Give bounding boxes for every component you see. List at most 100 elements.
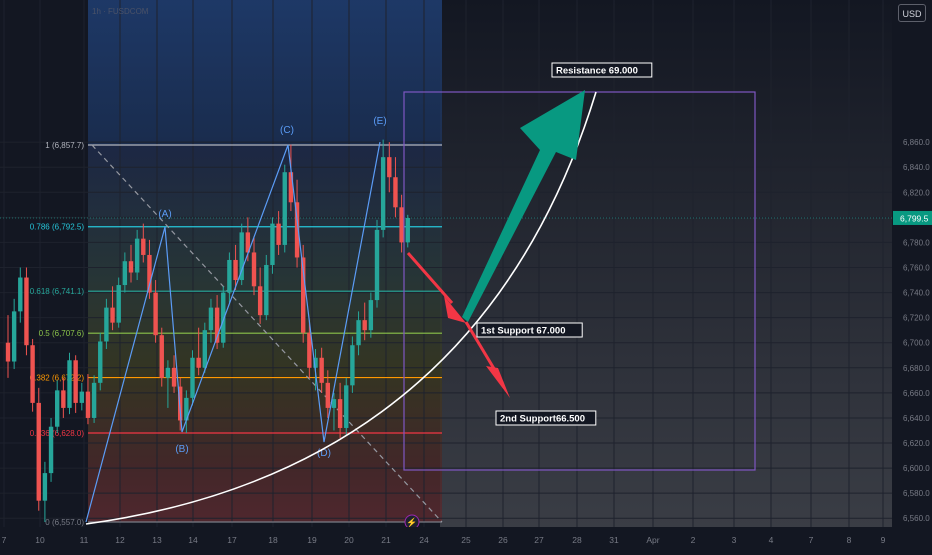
candle-body: [36, 402, 41, 501]
candle-body: [24, 277, 29, 346]
candle-body: [282, 172, 287, 245]
candle-body: [79, 391, 84, 403]
time-tick-label: 3: [732, 535, 737, 545]
candle: [67, 352, 72, 415]
time-tick-label: 28: [572, 535, 582, 545]
time-tick-label: 24: [419, 535, 429, 545]
support-1-label: 1st Support 67.000: [476, 322, 583, 338]
time-tick-label: 14: [188, 535, 198, 545]
lightning-icon-glyph: ⚡: [406, 517, 417, 529]
candle-body: [233, 259, 238, 281]
fib-level-label: 0.5 (6,707.6): [39, 329, 85, 338]
price-chart[interactable]: 1 (6,857.7) 0.786 (6,792.5) 0.618 (6,741.1…: [0, 0, 932, 550]
time-tick-label: 11: [80, 535, 89, 545]
time-tick-label: 17: [227, 535, 237, 545]
candle-body: [190, 357, 195, 398]
lightning-icon[interactable]: ⚡: [404, 514, 420, 530]
candle-body: [227, 259, 232, 293]
time-tick-label: 20: [344, 535, 354, 545]
candle: [116, 277, 121, 328]
wave-label: (E): [373, 116, 386, 127]
candle-body: [202, 330, 207, 368]
time-tick-label: 9: [881, 535, 886, 545]
currency-button[interactable]: USD: [898, 4, 926, 22]
price-tick-label: 6,780.0: [903, 238, 930, 247]
candle-body: [270, 223, 275, 265]
candle-body: [91, 382, 97, 418]
candle-body: [380, 157, 386, 230]
candle-body: [337, 399, 343, 428]
candle-body: [171, 367, 177, 387]
candle-body: [165, 367, 171, 378]
candle-body: [251, 252, 257, 287]
candle-body: [374, 229, 380, 301]
time-tick-label: 25: [461, 535, 471, 545]
wave-label: (D): [317, 448, 331, 459]
candle-body: [42, 473, 48, 501]
candle-body: [73, 360, 78, 403]
candle: [159, 327, 164, 387]
time-tick-label: 12: [115, 535, 125, 545]
time-tick-label: 21: [381, 535, 391, 545]
support-2-label: 2nd Support66.500: [495, 410, 597, 426]
fib-level-label: 1 (6,857.7): [45, 141, 84, 150]
candle-body: [128, 261, 134, 273]
fib-level-label: 0 (6,557.0): [45, 518, 84, 527]
candle: [282, 164, 287, 253]
support-1-label-text: 1st Support 67.000: [481, 326, 565, 337]
price-tick-label: 6,700.0: [903, 339, 930, 348]
candle-body: [208, 307, 214, 331]
time-tick-label: 7: [809, 535, 814, 545]
candle: [30, 338, 35, 412]
fib-level-label: 0.618 (6,741.1): [30, 287, 85, 296]
chart-root: 1 (6,857.7) 0.786 (6,792.5) 0.618 (6,741.1…: [0, 0, 932, 550]
candle: [24, 267, 29, 356]
time-tick-label: 18: [268, 535, 278, 545]
price-tick-label: 6,740.0: [903, 289, 930, 298]
candle-body: [159, 335, 164, 378]
candle-body: [141, 238, 146, 255]
price-tick-label: 6,560.0: [903, 514, 930, 523]
candle-body: [319, 357, 324, 383]
projection-zone-background: [440, 0, 892, 527]
time-tick-label: 10: [35, 535, 45, 545]
price-tick-label: 6,720.0: [903, 314, 930, 323]
candle-body: [30, 345, 35, 403]
wave-label: (B): [175, 444, 188, 455]
time-tick-label: 26: [498, 535, 508, 545]
candle-body: [67, 360, 72, 408]
time-tick-label: 31: [609, 535, 619, 545]
blue-zone: [88, 0, 442, 145]
candle: [48, 417, 54, 482]
time-tick-label: 13: [152, 535, 162, 545]
candle-body: [11, 311, 17, 362]
time-tick-label: 19: [307, 535, 317, 545]
time-tick-label: Apr: [646, 535, 659, 545]
price-tick-label: 6,580.0: [903, 489, 930, 498]
candle-body: [110, 307, 115, 323]
candle-body: [85, 391, 91, 418]
price-tick-label: 6,860.0: [903, 138, 930, 147]
price-tick-label: 6,820.0: [903, 188, 930, 197]
time-tick-label: 7: [2, 535, 7, 545]
candle-body: [98, 341, 103, 383]
wave-label: (C): [280, 125, 294, 136]
candle-body: [264, 264, 269, 316]
candle-body: [344, 385, 349, 428]
time-tick-label: 4: [769, 535, 774, 545]
time-tick-label: 8: [847, 535, 852, 545]
candle: [374, 219, 380, 308]
candle-body: [257, 286, 263, 316]
price-tick-label: 6,600.0: [903, 464, 930, 473]
candle-body: [116, 285, 121, 323]
candle-body: [5, 342, 11, 362]
candle-body: [356, 320, 361, 346]
candle: [36, 387, 41, 511]
price-tick-label: 6,640.0: [903, 414, 930, 423]
candle-body: [48, 426, 54, 474]
candle-body: [134, 238, 140, 273]
candle-body: [362, 320, 367, 331]
candle-body: [405, 217, 410, 243]
candle-body: [276, 223, 281, 245]
price-tick-label: 6,760.0: [903, 263, 930, 272]
